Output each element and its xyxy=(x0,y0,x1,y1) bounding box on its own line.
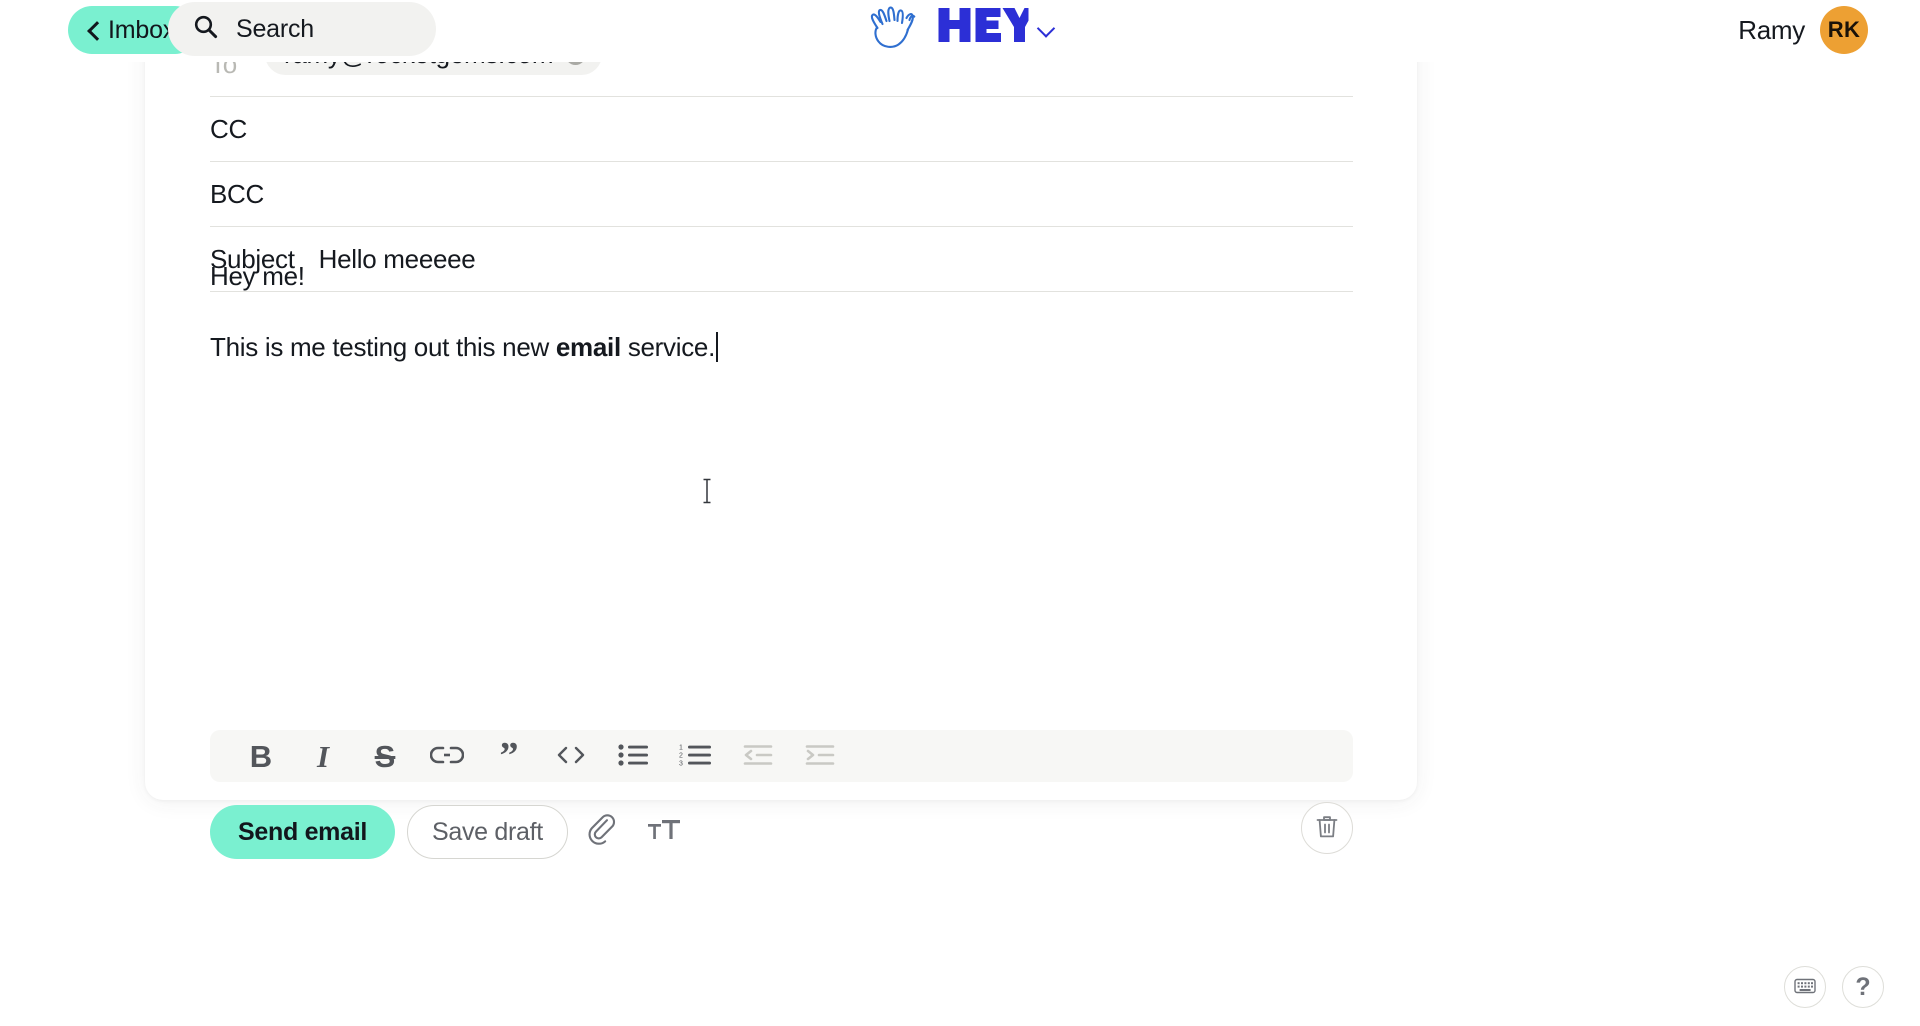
text-size-icon xyxy=(647,816,681,849)
help-button[interactable]: ? xyxy=(1842,966,1884,1008)
chevron-left-icon xyxy=(86,23,100,37)
top-navigation-bar: Imbox Search Ramy RK xyxy=(0,0,1920,62)
keyboard-shortcuts-button[interactable] xyxy=(1784,966,1826,1008)
compose-card: To ramy@rocketgems.com CC BCC Subject He… xyxy=(145,0,1417,859)
search-placeholder: Search xyxy=(236,14,315,43)
quote-icon: ” xyxy=(499,734,519,777)
waving-hand-icon xyxy=(866,4,928,50)
italic-icon: I xyxy=(316,738,330,774)
indent-button[interactable] xyxy=(788,733,850,779)
send-email-button[interactable]: Send email xyxy=(210,805,395,859)
strikethrough-icon: S xyxy=(374,738,396,774)
svg-text:1: 1 xyxy=(679,744,683,751)
outdent-button[interactable] xyxy=(726,733,788,779)
formatting-toolbar: B I S ” 1 2 3 xyxy=(210,730,1353,782)
avatar: RK xyxy=(1820,6,1868,54)
svg-text:3: 3 xyxy=(679,760,683,767)
bullet-list-button[interactable] xyxy=(602,733,664,779)
account-name: Ramy xyxy=(1738,14,1805,45)
body-text-before: This is me testing out this new xyxy=(210,331,556,362)
body-text-after: service. xyxy=(620,331,715,362)
bullet-list-icon xyxy=(618,743,648,770)
body-paragraph-1: Hey me! xyxy=(210,261,305,291)
imbox-label: Imbox xyxy=(108,15,176,44)
account-menu[interactable]: Ramy RK xyxy=(1738,6,1868,54)
mouse-cursor-ibeam xyxy=(700,476,714,506)
cc-field-label: CC xyxy=(210,113,247,144)
trash-icon xyxy=(1314,814,1340,843)
chevron-down-icon[interactable] xyxy=(1038,22,1055,33)
blockquote-button[interactable]: ” xyxy=(478,733,540,779)
bold-button[interactable]: B xyxy=(230,733,292,779)
bold-icon: B xyxy=(249,738,273,774)
corner-helpers: ? xyxy=(1784,966,1884,1008)
indent-icon xyxy=(803,743,835,770)
save-draft-button[interactable]: Save draft xyxy=(407,805,568,859)
cc-field-row[interactable]: CC xyxy=(210,97,1353,162)
numbered-list-button[interactable]: 1 2 3 xyxy=(664,733,726,779)
body-text-bold: email xyxy=(555,331,621,362)
search-input[interactable]: Search xyxy=(168,2,436,56)
numbered-list-icon: 1 2 3 xyxy=(679,743,711,770)
text-caret xyxy=(716,331,718,362)
discard-draft-button[interactable] xyxy=(1301,802,1353,854)
text-size-button[interactable] xyxy=(636,805,692,859)
outdent-icon xyxy=(741,743,773,770)
compose-header-fields: To ramy@rocketgems.com CC BCC Subject He… xyxy=(210,32,1353,292)
bcc-field-row[interactable]: BCC xyxy=(210,162,1353,227)
strikethrough-button[interactable]: S xyxy=(354,733,416,779)
italic-button[interactable]: I xyxy=(292,733,354,779)
body-paragraph-2: This is me testing out this new email se… xyxy=(210,331,1353,364)
hey-logo-menu[interactable] xyxy=(866,4,1055,50)
link-icon xyxy=(429,744,465,769)
email-body-editor[interactable]: Hey me! This is me testing out this new … xyxy=(210,260,1353,560)
keyboard-icon xyxy=(1794,978,1816,997)
question-mark-icon: ? xyxy=(1855,972,1871,1001)
hey-wordmark xyxy=(937,5,1036,50)
svg-text:2: 2 xyxy=(679,752,683,759)
code-button[interactable] xyxy=(540,733,602,779)
bcc-field-label: BCC xyxy=(210,178,264,209)
search-icon xyxy=(193,14,218,44)
code-icon xyxy=(554,744,588,769)
paperclip-icon xyxy=(585,813,619,851)
attach-file-button[interactable] xyxy=(574,805,630,859)
link-button[interactable] xyxy=(416,733,478,779)
compose-actions: Send email Save draft xyxy=(210,802,1353,862)
